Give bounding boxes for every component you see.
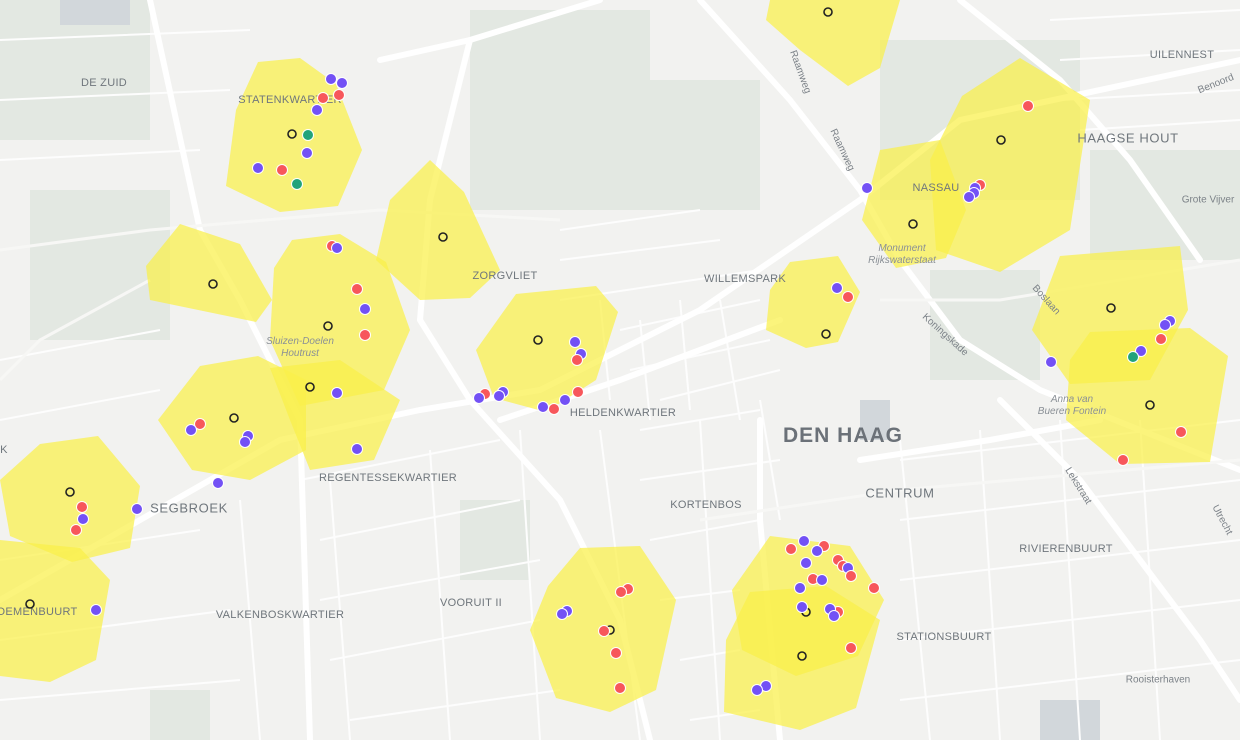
marker-purple[interactable] xyxy=(359,303,371,315)
marker-red[interactable] xyxy=(1117,454,1129,466)
map-view[interactable]: DEN HAAG CENTRUM SEGBROEK HAAGSE HOUT DE… xyxy=(0,0,1240,740)
marker-purple[interactable] xyxy=(828,610,840,622)
marker-green[interactable] xyxy=(291,178,303,190)
zone-center-marker[interactable] xyxy=(908,219,918,229)
zone-center-marker[interactable] xyxy=(287,129,297,139)
marker-red[interactable] xyxy=(785,543,797,555)
marker-purple[interactable] xyxy=(90,604,102,616)
zone-center-marker[interactable] xyxy=(1106,303,1116,313)
marker-purple[interactable] xyxy=(559,394,571,406)
zone-center-marker[interactable] xyxy=(305,382,315,392)
marker-purple[interactable] xyxy=(212,477,224,489)
marker-purple[interactable] xyxy=(861,182,873,194)
marker-purple[interactable] xyxy=(798,535,810,547)
marker-red[interactable] xyxy=(868,582,880,594)
marker-red[interactable] xyxy=(317,92,329,104)
marker-purple[interactable] xyxy=(794,582,806,594)
marker-red[interactable] xyxy=(359,329,371,341)
zone-center-marker[interactable] xyxy=(323,321,333,331)
marker-red[interactable] xyxy=(610,647,622,659)
zone-center-marker[interactable] xyxy=(65,487,75,497)
marker-purple[interactable] xyxy=(131,503,143,515)
marker-green[interactable] xyxy=(1127,351,1139,363)
marker-red[interactable] xyxy=(76,501,88,513)
marker-purple[interactable] xyxy=(351,443,363,455)
zone-center-marker[interactable] xyxy=(229,413,239,423)
marker-red[interactable] xyxy=(70,524,82,536)
marker-red[interactable] xyxy=(572,386,584,398)
marker-purple[interactable] xyxy=(1045,356,1057,368)
marker-red[interactable] xyxy=(333,89,345,101)
marker-purple[interactable] xyxy=(252,162,264,174)
marker-red[interactable] xyxy=(598,625,610,637)
marker-red[interactable] xyxy=(276,164,288,176)
zone-center-marker[interactable] xyxy=(533,335,543,345)
marker-layer xyxy=(25,7,1187,696)
marker-purple[interactable] xyxy=(336,77,348,89)
marker-purple[interactable] xyxy=(569,336,581,348)
marker-purple[interactable] xyxy=(331,387,343,399)
marker-red[interactable] xyxy=(842,291,854,303)
marker-purple[interactable] xyxy=(831,282,843,294)
zone-center-marker[interactable] xyxy=(438,232,448,242)
marker-red[interactable] xyxy=(1155,333,1167,345)
marker-purple[interactable] xyxy=(811,545,823,557)
marker-purple[interactable] xyxy=(77,513,89,525)
zone-center-marker[interactable] xyxy=(25,599,35,609)
marker-purple[interactable] xyxy=(325,73,337,85)
zone-center-marker[interactable] xyxy=(208,279,218,289)
marker-red[interactable] xyxy=(614,682,626,694)
marker-purple[interactable] xyxy=(751,684,763,696)
zone-center-marker[interactable] xyxy=(821,329,831,339)
marker-red[interactable] xyxy=(1022,100,1034,112)
marker-purple[interactable] xyxy=(331,242,343,254)
marker-purple[interactable] xyxy=(473,392,485,404)
marker-red[interactable] xyxy=(1175,426,1187,438)
marker-red[interactable] xyxy=(845,642,857,654)
marker-red[interactable] xyxy=(548,403,560,415)
marker-purple[interactable] xyxy=(301,147,313,159)
marker-purple[interactable] xyxy=(1159,319,1171,331)
marker-purple[interactable] xyxy=(239,436,251,448)
marker-red[interactable] xyxy=(351,283,363,295)
marker-red[interactable] xyxy=(571,354,583,366)
zone-centers xyxy=(25,7,1155,661)
zone-center-marker[interactable] xyxy=(797,651,807,661)
data-points xyxy=(70,73,1187,696)
marker-purple[interactable] xyxy=(311,104,323,116)
marker-purple[interactable] xyxy=(493,390,505,402)
marker-red[interactable] xyxy=(615,586,627,598)
marker-purple[interactable] xyxy=(963,191,975,203)
marker-red[interactable] xyxy=(845,570,857,582)
marker-purple[interactable] xyxy=(556,608,568,620)
marker-purple[interactable] xyxy=(537,401,549,413)
marker-purple[interactable] xyxy=(796,601,808,613)
zone-center-marker[interactable] xyxy=(1145,400,1155,410)
zone-center-marker[interactable] xyxy=(823,7,833,17)
marker-purple[interactable] xyxy=(185,424,197,436)
marker-purple[interactable] xyxy=(816,574,828,586)
marker-green[interactable] xyxy=(302,129,314,141)
zone-center-marker[interactable] xyxy=(996,135,1006,145)
marker-purple[interactable] xyxy=(800,557,812,569)
